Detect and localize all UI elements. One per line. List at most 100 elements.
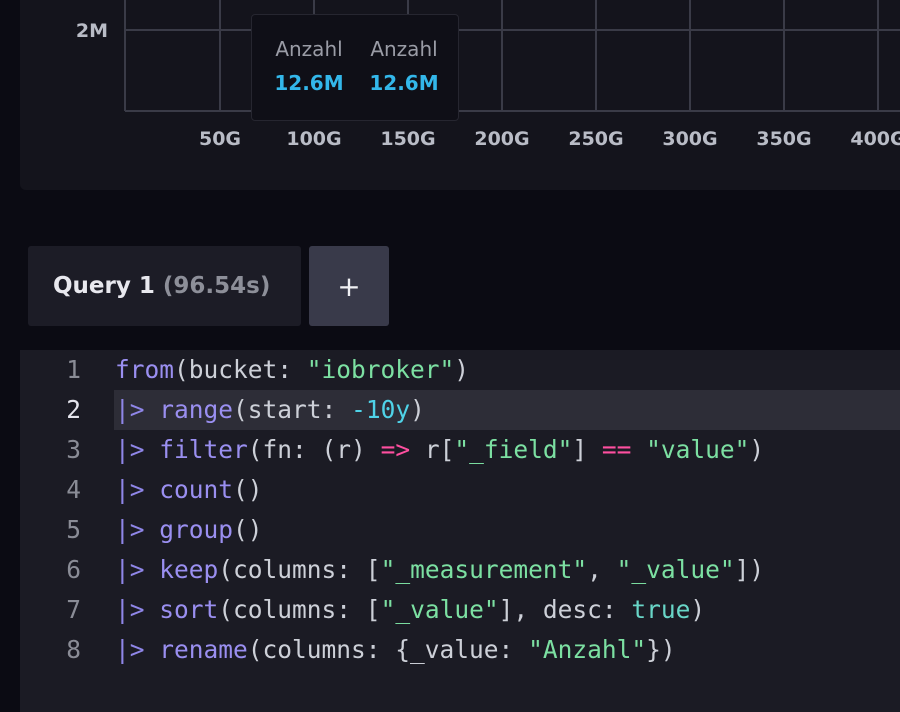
code-token: |>: [115, 475, 145, 504]
code-token: ): [410, 395, 425, 424]
code-token: (columns: [: [218, 555, 381, 584]
line-number: 2: [66, 395, 81, 424]
line-number: 7: [66, 595, 81, 624]
line-number: 4: [66, 475, 81, 504]
x-tick-label: 350G: [756, 128, 811, 150]
editor-line[interactable]: 6 |> keep(columns: ["_measurement", "_val…: [20, 550, 900, 590]
code-token: (columns: [: [218, 595, 381, 624]
code-token: |>: [115, 555, 145, 584]
code-text[interactable]: |> rename(columns: {_value: "Anzahl"}): [114, 630, 900, 670]
code-token: ]): [734, 555, 765, 584]
code-token: keep: [159, 555, 219, 584]
tooltip-series-value: 12.6M: [274, 71, 344, 95]
code-token: (): [233, 475, 263, 504]
code-token: rename: [159, 635, 248, 664]
code-token: true: [631, 595, 691, 624]
code-token: ,: [587, 555, 617, 584]
code-text[interactable]: |> count(): [114, 470, 900, 510]
hover-tooltip: Anzahl 12.6M Anzahl 12.6M: [251, 14, 459, 121]
code-token: -10y: [351, 395, 411, 424]
code-token: (bucket:: [174, 355, 307, 384]
query-duration: (96.54s): [162, 273, 271, 299]
code-token: "value": [646, 435, 750, 464]
code-token: }): [646, 635, 676, 664]
code-token: (fn: (r): [247, 435, 381, 464]
tooltip-series-name: Anzahl: [275, 37, 343, 61]
code-token: |>: [115, 635, 145, 664]
editor-line[interactable]: 2 |> range(start: -10y): [20, 390, 900, 430]
code-token: ], desc:: [498, 595, 632, 624]
editor-line[interactable]: 3 |> filter(fn: (r) => r["_field"] == "va…: [20, 430, 900, 470]
code-token: ): [454, 355, 470, 384]
code-token: sort: [159, 595, 219, 624]
graph-panel: 2M 50G 100G 150G 200G 250G 300G 350G 400G: [20, 0, 900, 190]
code-token: "_field": [454, 435, 573, 464]
line-number: 3: [66, 435, 81, 464]
code-token: r[: [410, 435, 455, 464]
code-token: "_value": [616, 555, 735, 584]
code-token: ]: [572, 435, 602, 464]
code-token: count: [159, 475, 234, 504]
code-token: |>: [115, 435, 145, 464]
code-text[interactable]: from(bucket: "iobroker"): [114, 350, 900, 390]
editor-line[interactable]: 8 |> rename(columns: {_value: "Anzahl"}): [20, 630, 900, 670]
code-token: ==: [601, 435, 632, 464]
code-token: "Anzahl": [528, 635, 647, 664]
code-token: =>: [380, 435, 411, 464]
code-text[interactable]: |> filter(fn: (r) => r["_field"] == "val…: [114, 430, 900, 470]
x-tick-label: 250G: [568, 128, 623, 150]
x-tick-label: 150G: [380, 128, 435, 150]
x-tick-label: 300G: [662, 128, 717, 150]
code-token: from: [115, 355, 175, 384]
editor-line[interactable]: 4 |> count(): [20, 470, 900, 510]
editor-line[interactable]: 7 |> sort(columns: ["_value"], desc: true…: [20, 590, 900, 630]
code-token: ): [690, 595, 706, 624]
code-token: (): [233, 515, 263, 544]
code-text[interactable]: |> range(start: -10y): [114, 390, 900, 430]
editor-line[interactable]: 5 |> group(): [20, 510, 900, 550]
x-tick-label: 200G: [474, 128, 529, 150]
x-tick-label: 100G: [286, 128, 341, 150]
tooltip-column: Anzahl 12.6M: [359, 37, 449, 95]
line-number: 1: [66, 355, 81, 384]
code-token: "iobroker": [306, 355, 455, 384]
query-tab-label: Query 1: [53, 273, 155, 299]
code-token: |>: [115, 515, 145, 544]
line-number: 5: [66, 515, 81, 544]
code-token: filter: [159, 435, 248, 464]
code-token: (columns: {_value:: [247, 635, 529, 664]
tooltip-series-name: Anzahl: [370, 37, 438, 61]
code-token: ): [749, 435, 765, 464]
tooltip-column: Anzahl 12.6M: [264, 37, 354, 95]
code-token: (start:: [233, 395, 352, 424]
tooltip-series-value: 12.6M: [369, 71, 439, 95]
line-number: 6: [66, 555, 81, 584]
add-query-button[interactable]: +: [309, 246, 389, 326]
chart-plot[interactable]: 2M 50G 100G 150G 200G 250G 300G 350G 400G: [20, 0, 900, 190]
x-tick-label: 400G: [850, 128, 900, 150]
y-tick-label: 2M: [76, 20, 108, 42]
code-token: range: [159, 395, 234, 424]
code-text[interactable]: |> sort(columns: ["_value"], desc: true): [114, 590, 900, 630]
line-number: 8: [66, 635, 81, 664]
code-token: group: [159, 515, 234, 544]
editor-line[interactable]: 1 from(bucket: "iobroker"): [20, 350, 900, 390]
plus-icon: +: [337, 269, 361, 303]
code-text[interactable]: |> group(): [114, 510, 900, 550]
code-text[interactable]: |> keep(columns: ["_measurement", "_valu…: [114, 550, 900, 590]
code-token: "_value": [380, 595, 499, 624]
tab-query-1[interactable]: Query 1 (96.54s): [28, 246, 301, 326]
code-token: |>: [115, 395, 145, 424]
query-editor[interactable]: 1 from(bucket: "iobroker") 2 |> range(start…: [20, 350, 900, 712]
code-token: "_measurement": [380, 555, 588, 584]
x-tick-label: 50G: [199, 128, 241, 150]
code-token: |>: [115, 595, 145, 624]
